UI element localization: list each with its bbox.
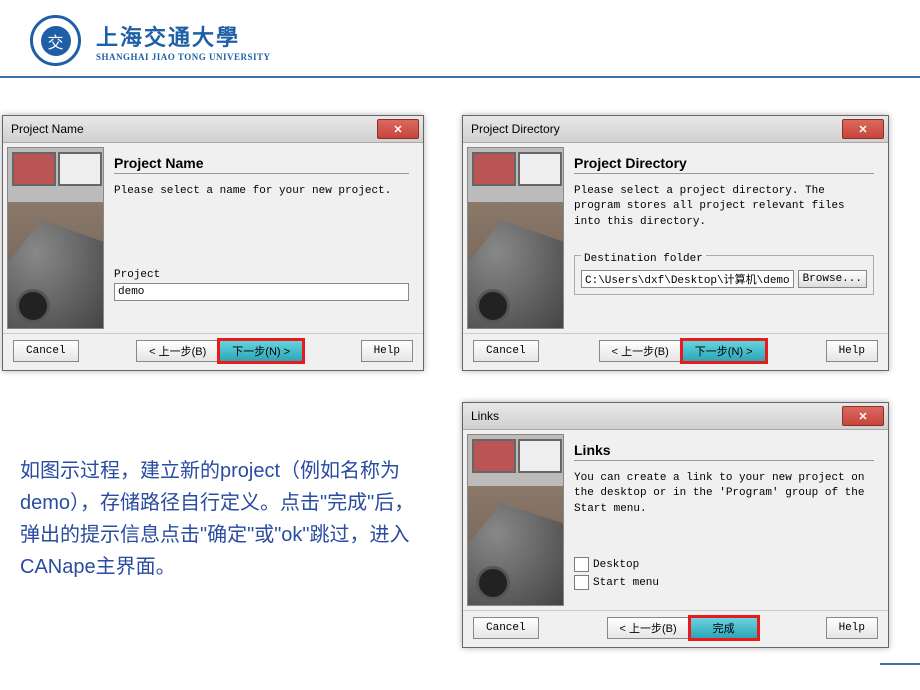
- desktop-checkbox-label: Desktop: [593, 559, 639, 571]
- dialog-heading: Links: [574, 442, 874, 461]
- dialog-heading: Project Directory: [574, 155, 874, 174]
- project-field-label: Project: [114, 269, 409, 281]
- close-button[interactable]: ✕: [842, 406, 884, 426]
- dialog-description: You can create a link to your new projec…: [574, 471, 874, 517]
- back-button[interactable]: < 上一步(B): [599, 340, 682, 362]
- instruction-text: 如图示过程，建立新的project（例如名称为demo），存储路径自行定义。点击…: [20, 455, 420, 583]
- dialog-title: Project Directory: [471, 122, 560, 136]
- cancel-button[interactable]: Cancel: [473, 617, 539, 639]
- university-name: 上海交通大學 SHANGHAI JIAO TONG UNIVERSITY: [96, 20, 270, 62]
- cancel-button[interactable]: Cancel: [473, 340, 539, 362]
- titlebar[interactable]: Project Name ✕: [3, 116, 423, 143]
- close-icon: ✕: [858, 410, 867, 423]
- close-icon: ✕: [393, 123, 402, 136]
- startmenu-checkbox-label: Start menu: [593, 577, 659, 589]
- dialog-title: Project Name: [11, 122, 84, 136]
- titlebar[interactable]: Project Directory ✕: [463, 116, 888, 143]
- divider-line-bottom: [880, 663, 920, 665]
- wizard-sidebar-image: [467, 434, 564, 606]
- dialog-description: Please select a name for your new projec…: [114, 184, 409, 199]
- project-name-input[interactable]: [114, 283, 409, 301]
- help-button[interactable]: Help: [361, 340, 413, 362]
- fieldset-legend: Destination folder: [581, 253, 706, 265]
- desktop-checkbox-row[interactable]: Desktop: [574, 557, 874, 572]
- project-name-dialog: Project Name ✕ Project Name Please selec…: [2, 115, 424, 371]
- next-button[interactable]: 下一步(N) >: [682, 340, 766, 362]
- help-button[interactable]: Help: [826, 617, 878, 639]
- titlebar[interactable]: Links ✕: [463, 403, 888, 430]
- university-name-cn: 上海交通大學: [96, 20, 270, 52]
- browse-button[interactable]: Browse...: [798, 270, 867, 288]
- page-header: 交 上海交通大學 SHANGHAI JIAO TONG UNIVERSITY: [0, 0, 920, 76]
- help-button[interactable]: Help: [826, 340, 878, 362]
- back-button[interactable]: < 上一步(B): [607, 617, 690, 639]
- desktop-checkbox[interactable]: [574, 557, 589, 572]
- links-dialog: Links ✕ Links You can create a link to y…: [462, 402, 889, 648]
- dialog-title: Links: [471, 409, 499, 423]
- startmenu-checkbox[interactable]: [574, 575, 589, 590]
- wizard-sidebar-image: [467, 147, 564, 329]
- project-directory-dialog: Project Directory ✕ Project Directory Pl…: [462, 115, 889, 371]
- divider-line: [0, 76, 920, 78]
- dialog-description: Please select a project directory. The p…: [574, 184, 874, 230]
- close-icon: ✕: [858, 123, 867, 136]
- wizard-sidebar-image: [7, 147, 104, 329]
- close-button[interactable]: ✕: [377, 119, 419, 139]
- startmenu-checkbox-row[interactable]: Start menu: [574, 575, 874, 590]
- destination-path-input[interactable]: [581, 270, 794, 288]
- university-name-en: SHANGHAI JIAO TONG UNIVERSITY: [96, 52, 270, 62]
- close-button[interactable]: ✕: [842, 119, 884, 139]
- next-button[interactable]: 下一步(N) >: [219, 340, 303, 362]
- finish-button[interactable]: 完成: [690, 617, 758, 639]
- destination-folder-group: Destination folder Browse...: [574, 255, 874, 295]
- back-button[interactable]: < 上一步(B): [136, 340, 219, 362]
- cancel-button[interactable]: Cancel: [13, 340, 79, 362]
- dialog-heading: Project Name: [114, 155, 409, 174]
- university-logo: 交: [30, 15, 81, 66]
